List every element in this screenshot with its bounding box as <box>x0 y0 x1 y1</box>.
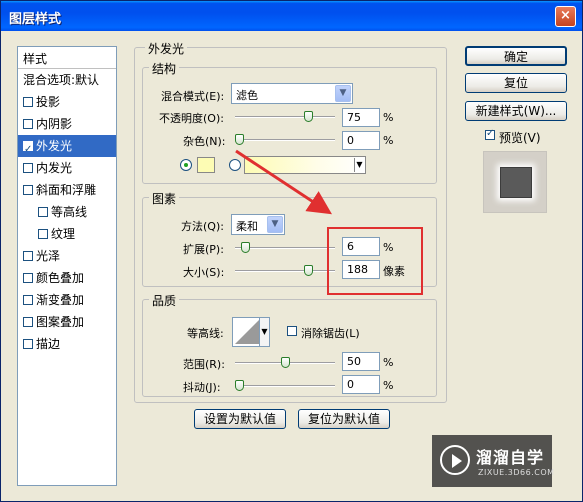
layer-style-dialog: 图层样式 × 样式 混合选项:默认投影内阴影外发光内发光斜面和浮雕等高线纹理光泽… <box>0 0 583 502</box>
play-logo-icon <box>440 445 470 475</box>
watermark-subtitle: ZIXUE.3D66.COM <box>478 468 555 477</box>
annotation-arrow <box>235 149 333 215</box>
watermark: 溜溜自学 ZIXUE.3D66.COM <box>432 435 555 487</box>
watermark-title: 溜溜自学 <box>476 448 545 467</box>
